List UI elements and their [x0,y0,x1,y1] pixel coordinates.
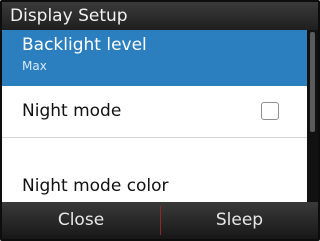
menu-item-label: Night mode [22,101,122,121]
menu-item-value: Max [22,59,47,73]
scrollbar-thumb[interactable] [310,32,315,132]
close-button[interactable]: Close [2,202,160,239]
display-setup-dialog: Display Setup Backlight level Max Night … [0,0,320,241]
menu-item-night-mode[interactable]: Night mode [2,86,307,138]
dialog-title: Display Setup [2,2,318,30]
scrollbar[interactable] [307,30,318,202]
menu-item-night-mode-color[interactable]: Night mode color [2,138,307,202]
night-mode-checkbox[interactable] [261,102,279,120]
settings-list: Backlight level Max Night mode Night mod… [2,30,307,202]
menu-item-label: Backlight level [22,35,147,55]
menu-item-backlight-level[interactable]: Backlight level Max [2,30,307,86]
softkey-bar: Close Sleep [2,202,318,239]
sleep-button[interactable]: Sleep [161,202,318,239]
menu-item-label: Night mode color [22,176,169,196]
